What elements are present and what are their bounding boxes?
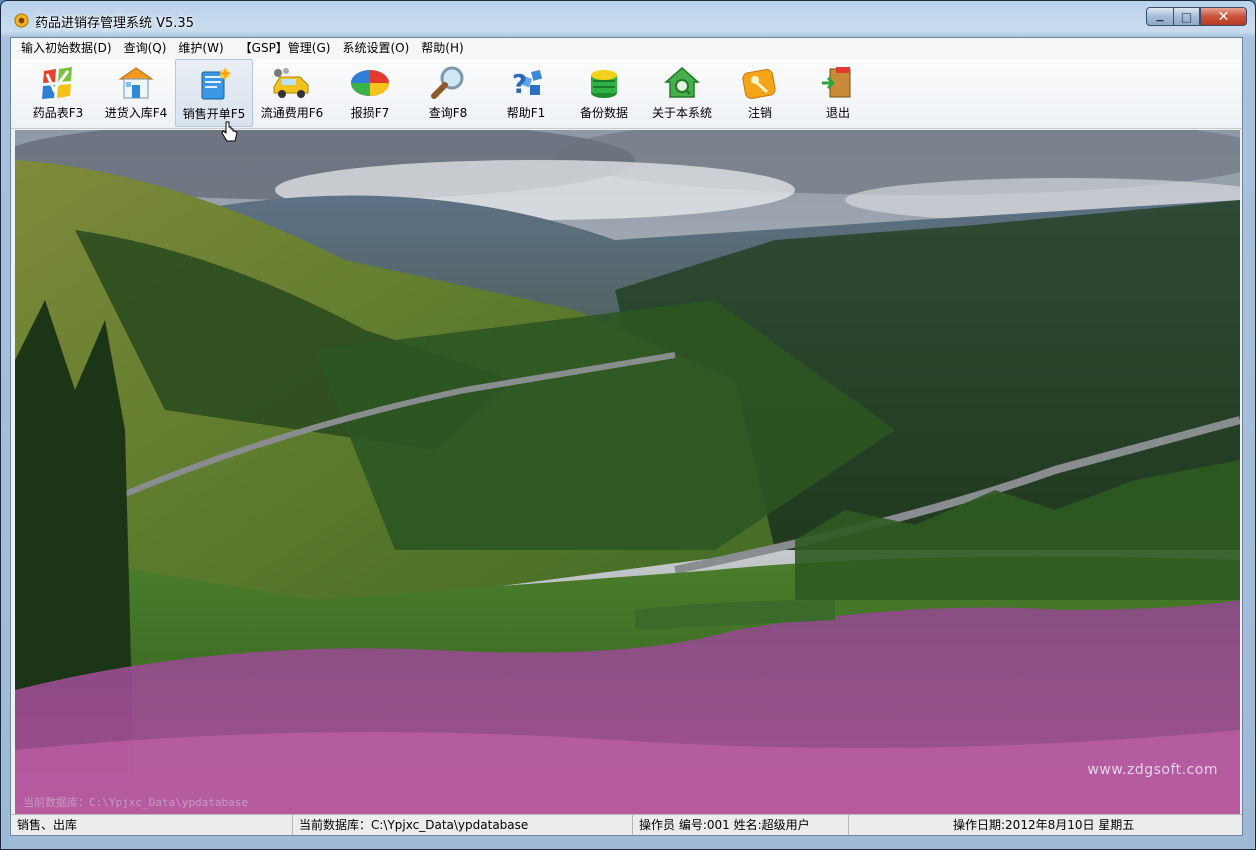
toolbar-help-button[interactable]: ? 帮助F1 (487, 59, 565, 127)
menu-query[interactable]: 查询(Q) (118, 38, 173, 59)
status-date: 操作日期:2012年8月10日 星期五 (953, 818, 1135, 832)
status-mode: 销售、出库 (11, 815, 293, 835)
help-icon: ? (512, 69, 543, 100)
toolbar-label: 退出 (825, 106, 850, 120)
backup-icon (591, 70, 617, 98)
landscape-image (15, 130, 1240, 816)
exit-door-icon (822, 67, 851, 98)
menu-maintain[interactable]: 维护(W) (172, 38, 229, 59)
client-area: 输入初始数据(D) 查询(Q) 维护(W) 【GSP】管理(G) 系统设置(O)… (10, 37, 1243, 836)
background-ghost-text: 当前数据库：C:\Ypjxc_Data\ypdatabase (23, 796, 248, 809)
window-title: 药品进销存管理系统 V5.35 (35, 16, 194, 31)
toolbar-label: 流通费用F6 (260, 106, 324, 120)
expense-icon (273, 68, 309, 98)
status-database: 当前数据库：C:\Ypjxc_Data\ypdatabase (293, 815, 633, 835)
main-window: 药品进销存管理系统 V5.35 ▁ □ ✕ 输入初始数据(D) 查询(Q) 维护… (0, 0, 1256, 850)
caption-buttons: ▁ □ ✕ (1146, 7, 1247, 27)
toolbar-label: 销售开单F5 (182, 107, 246, 121)
title-bar[interactable]: 药品进销存管理系统 V5.35 ▁ □ ✕ (1, 1, 1255, 37)
toolbar-logout-button[interactable]: 注销 (721, 59, 799, 127)
menu-input-initial-data[interactable]: 输入初始数据(D) (11, 38, 118, 59)
minimize-icon: ▁ (1156, 11, 1164, 22)
about-icon (664, 67, 700, 98)
watermark-text: www.zdgsoft.com (1087, 762, 1218, 778)
app-flower-icon (14, 13, 29, 28)
toolbar-label: 进货入库F4 (104, 106, 168, 120)
toolbar-medicine-list-button[interactable]: 药品表F3 (19, 59, 97, 127)
menu-help[interactable]: 帮助(H) (415, 38, 469, 59)
close-button[interactable]: ✕ (1200, 7, 1247, 26)
toolbar: 药品表F3 进货入库F4 销售开单F5 流通费用F6 报损F7 查询F8 ? 帮… (11, 59, 1242, 129)
mouse-pointer-icon (221, 121, 238, 142)
toolbar-search-button[interactable]: 查询F8 (409, 59, 487, 127)
maximize-icon: □ (1180, 9, 1193, 24)
toolbar-sales-order-button[interactable]: 销售开单F5 (175, 59, 253, 127)
toolbar-label: 注销 (747, 106, 772, 120)
toolbar-expense-button[interactable]: 流通费用F6 (253, 59, 331, 127)
menu-gsp[interactable]: 【GSP】管理(G) (230, 38, 337, 59)
toolbar-loss-report-button[interactable]: 报损F7 (331, 59, 409, 127)
sales-order-icon (201, 67, 231, 100)
toolbar-exit-button[interactable]: 退出 (799, 59, 877, 127)
minimize-button[interactable]: ▁ (1146, 7, 1173, 26)
search-icon (431, 66, 464, 99)
status-operator: 操作员 编号:001 姓名:超级用户 (633, 815, 849, 835)
toolbar-label: 帮助F1 (506, 106, 546, 120)
menu-settings[interactable]: 系统设置(O) (336, 38, 415, 59)
background-wallpaper: 当前数据库：C:\Ypjxc_Data\ypdatabase www.zdgso… (15, 130, 1240, 816)
close-icon: ✕ (1217, 8, 1230, 25)
menu-bar: 输入初始数据(D) 查询(Q) 维护(W) 【GSP】管理(G) 系统设置(O)… (11, 38, 1242, 60)
logout-key-icon (742, 69, 776, 99)
toolbar-label: 备份数据 (579, 106, 628, 120)
medicine-list-icon (42, 67, 72, 99)
stock-in-icon (118, 67, 154, 99)
toolbar-label: 关于本系统 (651, 106, 712, 120)
loss-report-icon (351, 70, 389, 96)
toolbar-stock-in-button[interactable]: 进货入库F4 (97, 59, 175, 127)
svg-text:?: ? (512, 70, 527, 100)
toolbar-about-button[interactable]: 关于本系统 (643, 59, 721, 127)
toolbar-label: 报损F7 (350, 106, 390, 120)
toolbar-label: 药品表F3 (32, 106, 84, 120)
toolbar-backup-button[interactable]: 备份数据 (565, 59, 643, 127)
status-bar: 销售、出库 当前数据库：C:\Ypjxc_Data\ypdatabase 操作员… (11, 814, 1242, 835)
toolbar-label: 查询F8 (428, 106, 468, 120)
maximize-button[interactable]: □ (1173, 7, 1200, 26)
